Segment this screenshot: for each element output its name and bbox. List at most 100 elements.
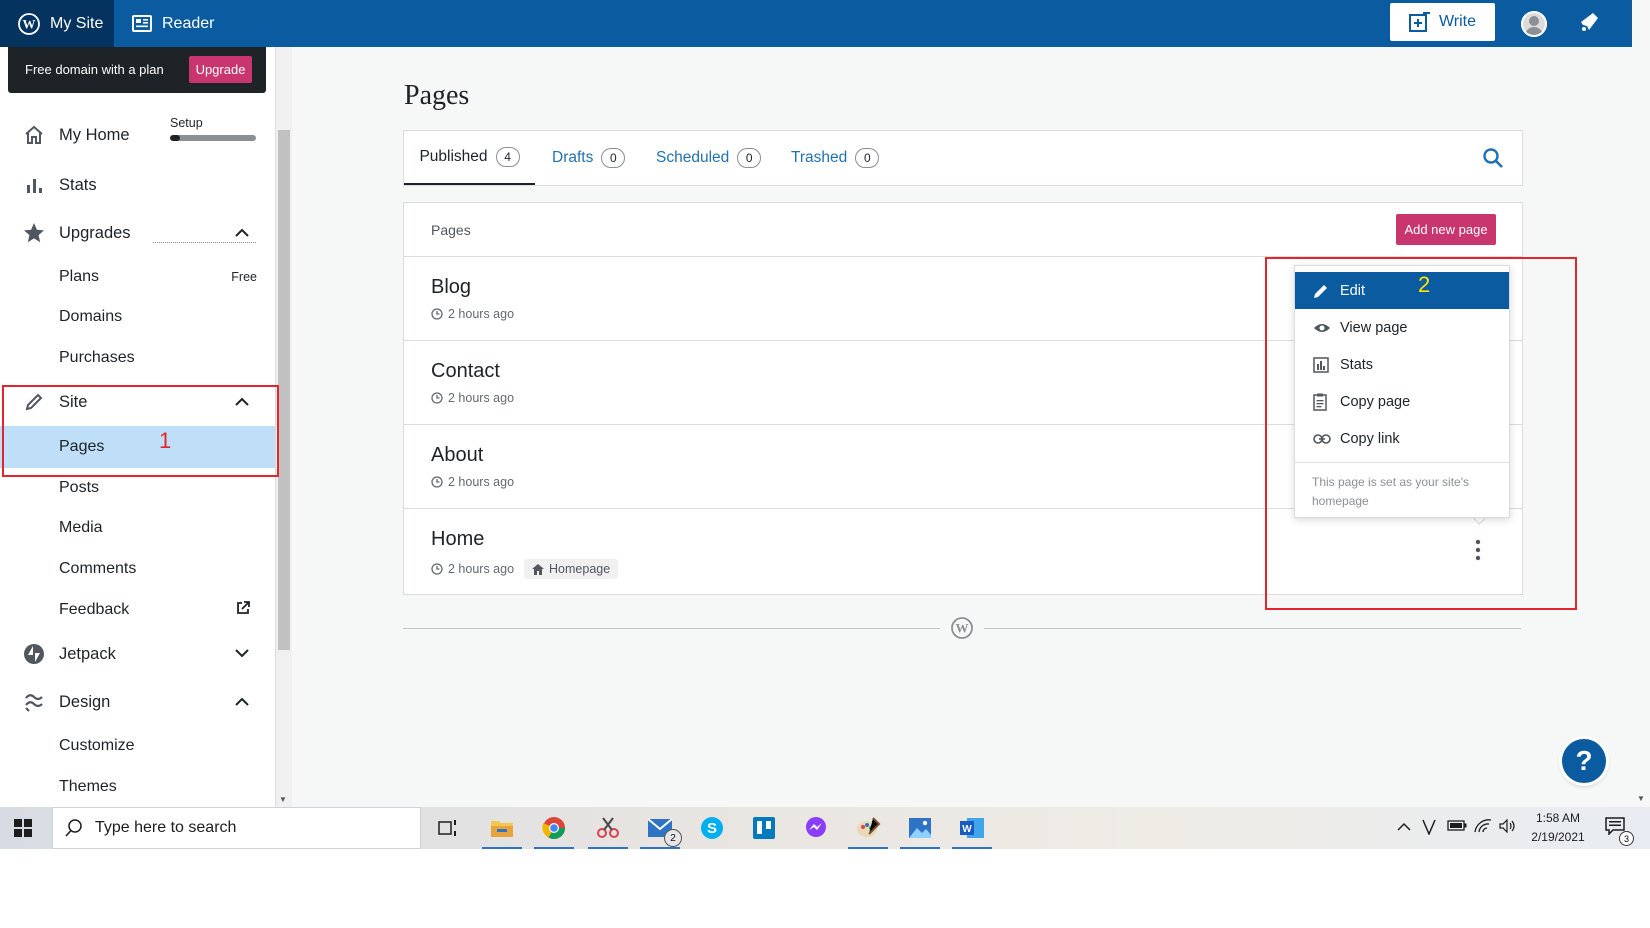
messenger-icon[interactable] <box>792 807 840 849</box>
reader-icon <box>132 15 152 32</box>
chevron-up-icon <box>235 224 249 242</box>
sidebar-item-comments[interactable]: Comments <box>0 549 275 589</box>
tab-scheduled[interactable]: Scheduled 0 <box>656 131 762 185</box>
sidebar-item-label: Upgrades <box>59 223 131 242</box>
page-title-link[interactable]: About <box>431 444 483 467</box>
svg-text:W: W <box>962 824 972 835</box>
clock-date[interactable]: 2/19/2021 <box>1523 830 1593 844</box>
my-site-button[interactable]: W My Site <box>0 0 114 47</box>
reader-button[interactable]: Reader <box>132 0 214 47</box>
scroll-down-arrow-icon[interactable]: ▼ <box>1637 794 1645 803</box>
sidebar-item-media[interactable]: Media <box>0 508 275 548</box>
home-icon <box>23 124 45 146</box>
write-label: Write <box>1438 13 1477 30</box>
page-title: Pages <box>404 80 470 111</box>
sidebar-item-label: Customize <box>59 737 135 754</box>
write-button[interactable]: Write <box>1390 3 1495 41</box>
trello-icon[interactable] <box>740 807 788 849</box>
skype-icon[interactable]: S <box>688 807 736 849</box>
add-new-page-button[interactable]: Add new page <box>1396 214 1496 245</box>
clock-icon <box>431 308 443 320</box>
sidebar-item-label: Domains <box>59 308 123 325</box>
scrollbar-thumb[interactable] <box>278 130 290 650</box>
show-hidden-icons-icon[interactable] <box>1397 819 1411 834</box>
banner-text: Free domain with a plan <box>25 62 164 77</box>
upgrade-button[interactable]: Upgrade <box>189 56 252 83</box>
mail-badge: 2 <box>664 829 682 847</box>
sidebar-item-design[interactable]: Design <box>0 682 275 722</box>
star-icon <box>23 222 45 244</box>
sidebar-item-label: Purchases <box>59 349 135 366</box>
avatar[interactable] <box>1521 11 1547 37</box>
tab-label: Drafts <box>552 149 594 166</box>
photos-icon[interactable] <box>896 807 944 849</box>
windows-taskbar: Type here to search 2 S W 1:58 AM 2/19/2… <box>0 807 1650 849</box>
tab-trashed[interactable]: Trashed 0 <box>791 131 880 185</box>
tab-count: 0 <box>855 148 880 168</box>
tab-count: 0 <box>737 148 762 168</box>
sidebar-item-customize[interactable]: Customize <box>0 726 275 766</box>
sidebar-item-upgrades[interactable]: Upgrades <box>0 213 275 253</box>
page-meta: 2 hours ago Homepage <box>431 559 619 579</box>
page-time: 2 hours ago <box>448 562 515 576</box>
word-icon[interactable]: W <box>948 807 996 849</box>
sidebar-item-label: Jetpack <box>59 644 116 663</box>
wifi-icon[interactable] <box>1474 819 1492 836</box>
sidebar-item-plans[interactable]: Plans Free <box>0 257 275 297</box>
external-link-icon <box>236 600 250 620</box>
home-icon <box>532 563 545 575</box>
paint-icon[interactable] <box>844 807 892 849</box>
clock-icon <box>431 476 443 488</box>
tab-drafts[interactable]: Drafts 0 <box>552 131 626 185</box>
file-explorer-icon[interactable] <box>478 807 526 849</box>
svg-text:S: S <box>707 820 717 837</box>
clock-time[interactable]: 1:58 AM <box>1523 811 1593 825</box>
sidebar-item-label: Feedback <box>59 601 130 618</box>
scroll-down-arrow-icon[interactable]: ▼ <box>279 795 287 804</box>
sidebar-item-label: Comments <box>59 560 137 577</box>
clock-icon <box>431 392 443 404</box>
tab-published[interactable]: Published 4 <box>404 131 535 185</box>
setup-label: Setup <box>170 116 203 130</box>
section-nav: Published 4 Drafts 0 Scheduled 0 Trashed… <box>403 130 1523 186</box>
search-icon[interactable] <box>1482 147 1504 174</box>
page-title-link[interactable]: Blog <box>431 276 471 299</box>
sidebar-item-feedback[interactable]: Feedback <box>0 590 275 630</box>
sidebar-item-stats[interactable]: Stats <box>0 165 275 205</box>
windows-start-icon[interactable] <box>14 819 32 842</box>
page-time: 2 hours ago <box>448 307 515 321</box>
sidebar-item-purchases[interactable]: Purchases <box>0 338 275 378</box>
tab-label: Published <box>419 148 488 165</box>
sidebar-item-domains[interactable]: Domains <box>0 297 275 337</box>
snipping-tool-icon[interactable] <box>584 807 632 849</box>
taskbar-search-box[interactable]: Type here to search <box>52 807 421 849</box>
notifications-icon[interactable] <box>1578 11 1600 38</box>
wordpress-logo-icon: W <box>951 617 973 644</box>
my-site-label: My Site <box>50 14 104 32</box>
upgrade-banner[interactable]: Free domain with a plan Upgrade <box>8 47 266 93</box>
sidebar-item-jetpack[interactable]: Jetpack <box>0 634 275 674</box>
mail-icon[interactable]: 2 <box>636 807 684 849</box>
help-button[interactable]: ? <box>1562 739 1606 783</box>
setup-progress-fill <box>170 135 181 141</box>
tab-label: Trashed <box>791 149 848 166</box>
search-icon <box>65 819 82 837</box>
annotation-number-2: 2 <box>1418 272 1431 297</box>
sidebar-item-themes[interactable]: Themes <box>0 767 275 807</box>
divider <box>984 628 1521 629</box>
screen: W My Site Reader Write Free domain with … <box>0 0 1650 849</box>
masterbar: W My Site Reader Write <box>0 0 1632 47</box>
sidebar-item-label: Themes <box>59 778 117 795</box>
task-view-icon[interactable] <box>424 807 472 849</box>
sidebar-item-label: Design <box>59 692 111 711</box>
page-meta: 2 hours ago <box>431 307 514 321</box>
chrome-icon[interactable] <box>530 807 578 849</box>
volume-icon[interactable] <box>1499 818 1517 836</box>
page-title-link[interactable]: Home <box>431 528 484 551</box>
page-title-link[interactable]: Contact <box>431 360 500 383</box>
annotation-box-2 <box>1265 257 1577 610</box>
chevron-down-icon <box>235 645 249 663</box>
battery-icon[interactable] <box>1447 819 1467 834</box>
vpn-icon[interactable] <box>1422 819 1436 838</box>
main-scrollbar[interactable]: ▼ <box>1632 0 1650 807</box>
